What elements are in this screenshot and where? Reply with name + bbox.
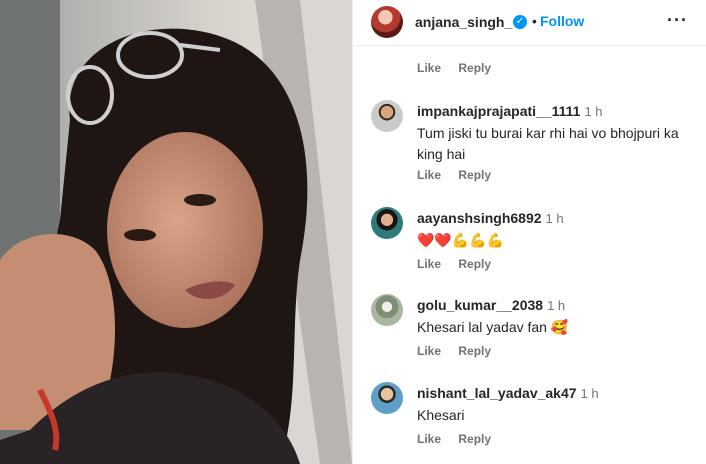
comment-actions: Like Reply (417, 168, 505, 182)
like-button[interactable]: Like (417, 257, 441, 271)
separator-dot: • (532, 13, 537, 29)
comment-username-text[interactable]: nishant_lal_yadav_ak47 (417, 385, 577, 401)
reply-button[interactable]: Reply (458, 257, 491, 271)
more-options-icon[interactable]: ··· (667, 10, 688, 31)
comment-text: ❤️❤️💪💪💪 (417, 232, 505, 248)
like-button[interactable]: Like (417, 344, 441, 358)
post-header: anjana_singh_ ✓ • Follow ··· (353, 0, 706, 46)
like-button[interactable]: Like (417, 168, 441, 182)
follow-button[interactable]: Follow (540, 13, 584, 29)
commenter-avatar[interactable] (371, 100, 403, 132)
comment-actions: Like Reply (417, 257, 505, 271)
reply-button[interactable]: Reply (458, 61, 491, 75)
commenter-avatar[interactable] (371, 382, 403, 414)
comment-username[interactable]: aayanshsingh6892 1 h (417, 210, 564, 226)
comment-username-text[interactable]: aayanshsingh6892 (417, 210, 542, 226)
portrait-photo (0, 0, 352, 464)
comment-text: Tum jiski tu burai kar rhi hai vo bhojpu… (417, 125, 679, 162)
like-button[interactable]: Like (417, 61, 441, 75)
reply-button[interactable]: Reply (458, 168, 491, 182)
comment-text: Khesari lal yadav fan 🥰 (417, 319, 569, 335)
post-photo (0, 0, 352, 464)
comment-username-text[interactable]: golu_kumar__2038 (417, 297, 543, 313)
comment-time: 1 h (547, 298, 566, 313)
comment-time: 1 h (584, 104, 603, 119)
comment-time: 1 h (545, 211, 564, 226)
like-button[interactable]: Like (417, 432, 441, 446)
comments-panel: anjana_singh_ ✓ • Follow ··· Like Reply … (352, 0, 706, 464)
reply-button[interactable]: Reply (458, 432, 491, 446)
comment-actions: Like Reply (417, 61, 505, 75)
comment-username[interactable]: impankajprajapati__1111 1 h (417, 103, 603, 119)
comment-actions: Like Reply (417, 344, 505, 358)
comment-time: 1 h (580, 386, 599, 401)
comment-text: Khesari (417, 407, 465, 423)
verified-badge-icon: ✓ (513, 15, 527, 29)
comment-username[interactable]: nishant_lal_yadav_ak47 1 h (417, 385, 599, 401)
author-username[interactable]: anjana_singh_ (415, 14, 512, 30)
author-avatar[interactable] (371, 6, 403, 38)
comment-actions: Like Reply (417, 432, 505, 446)
reply-button[interactable]: Reply (458, 344, 491, 358)
commenter-avatar[interactable] (371, 294, 403, 326)
comment-username[interactable]: golu_kumar__2038 1 h (417, 297, 565, 313)
comment-username-text[interactable]: impankajprajapati__1111 (417, 103, 580, 119)
commenter-avatar[interactable] (371, 207, 403, 239)
